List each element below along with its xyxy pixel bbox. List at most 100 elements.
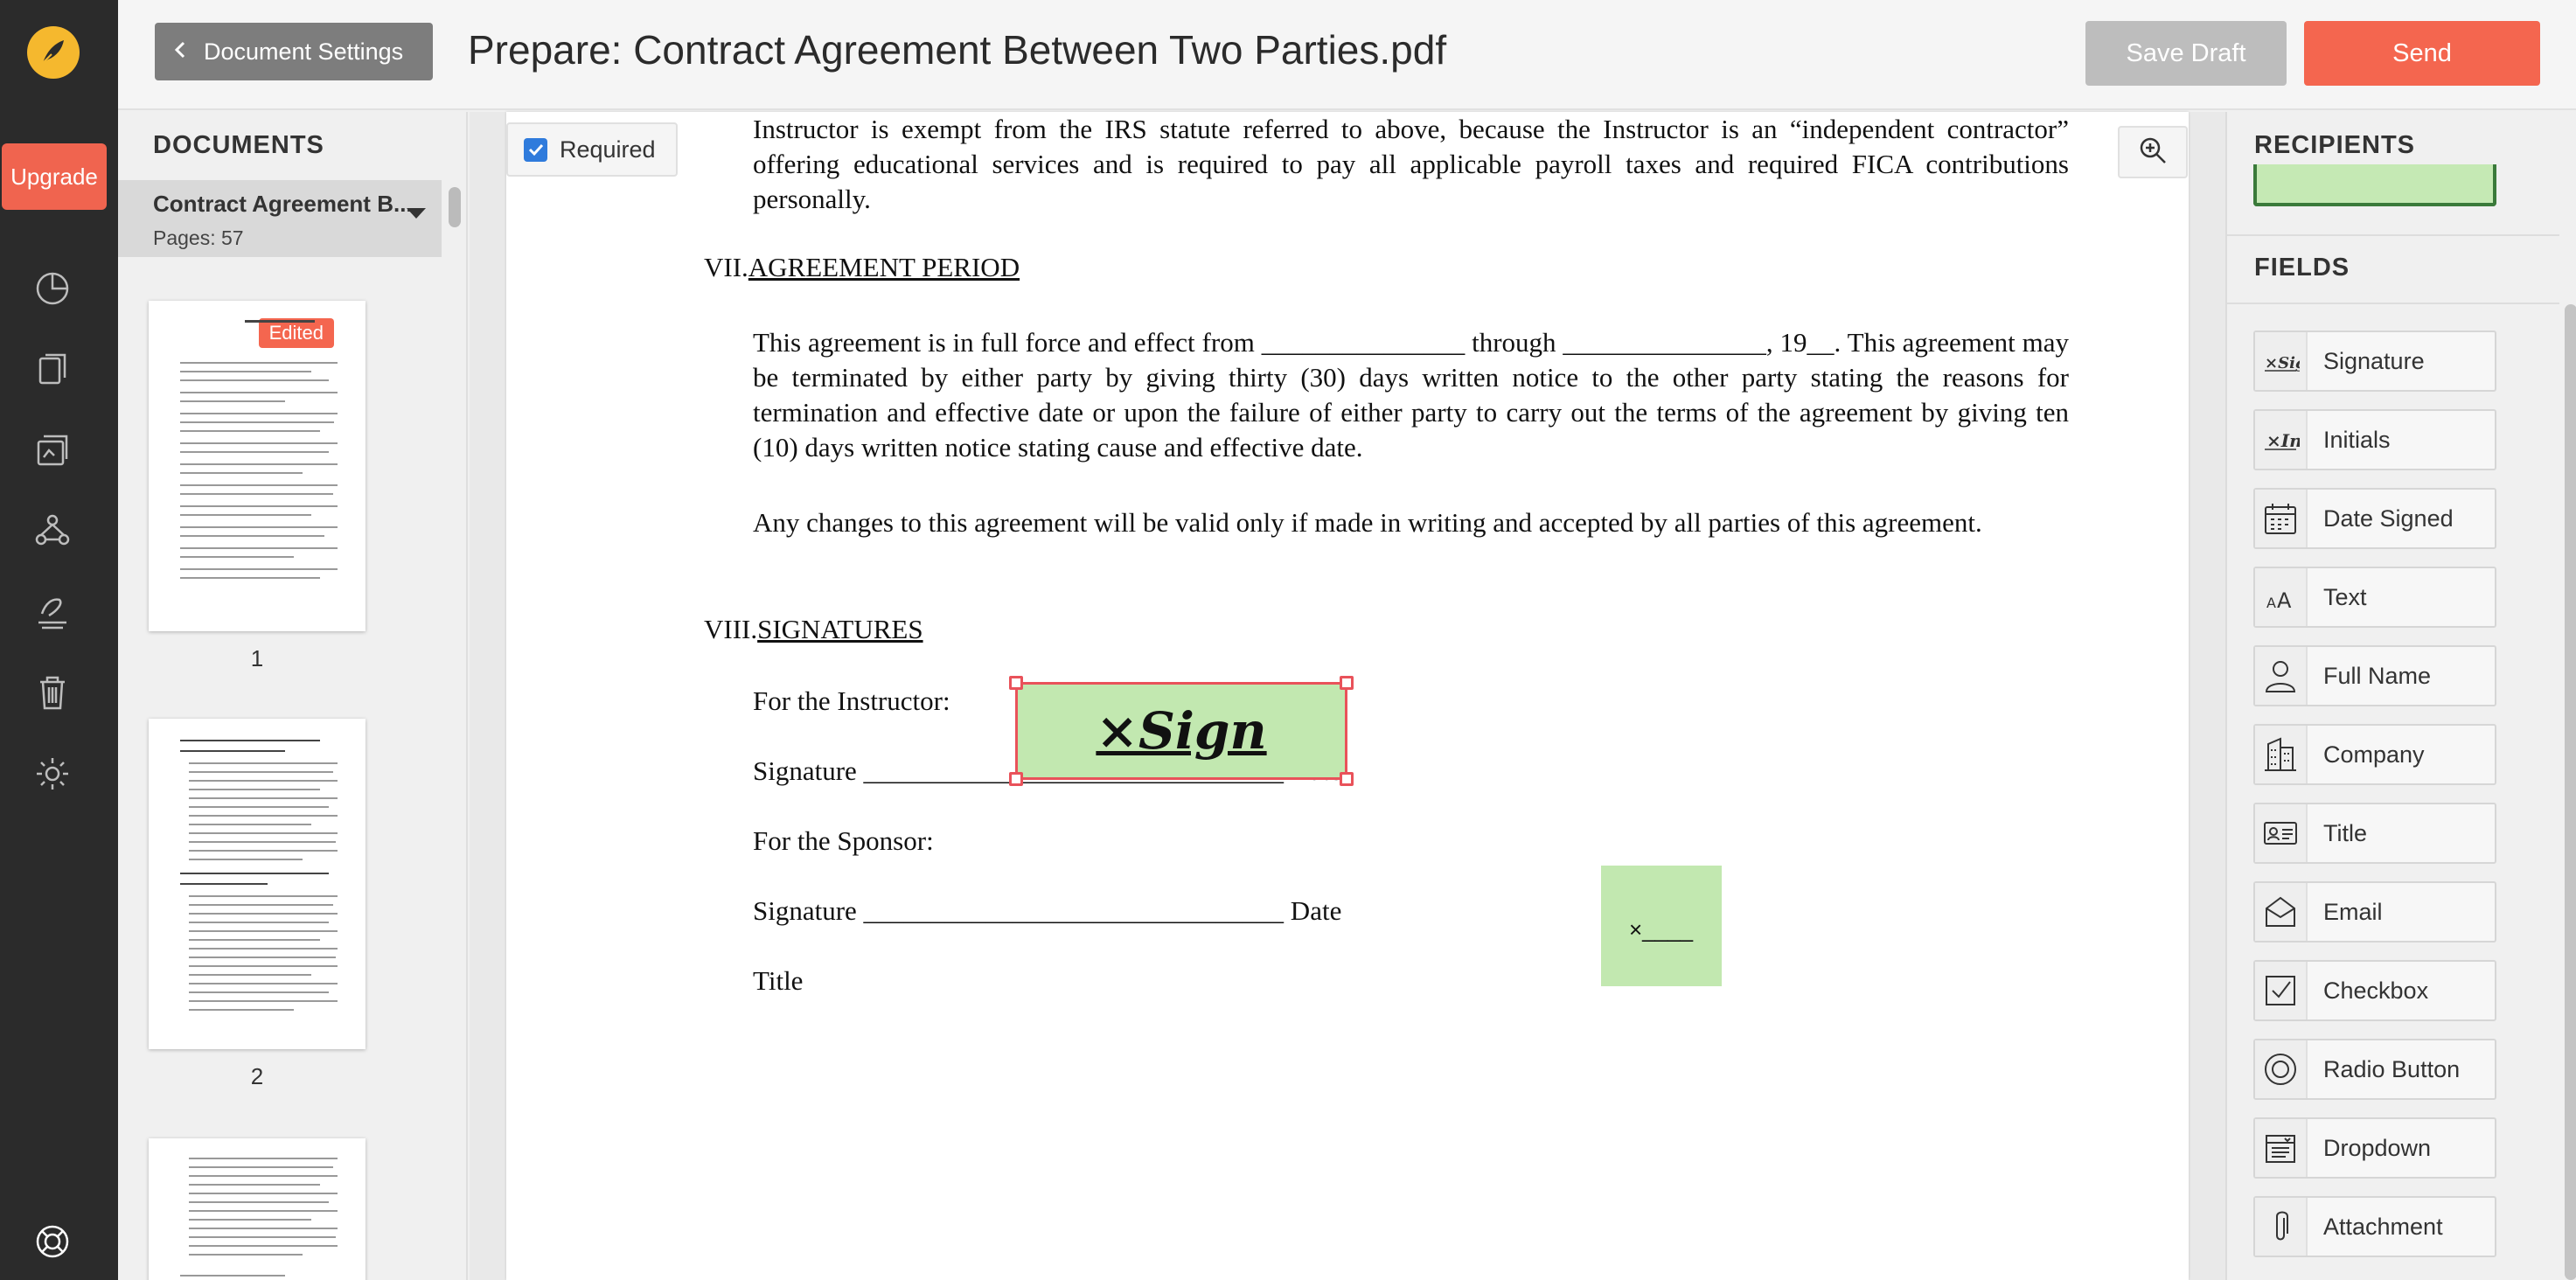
field-initials[interactable]: ×Int Initials — [2253, 409, 2496, 470]
for-instructor-label: For the Instructor: — [753, 685, 950, 716]
title-label: Title — [753, 965, 804, 996]
section-viii-title: SIGNATURES — [757, 614, 923, 644]
field-full-name[interactable]: Full Name — [2253, 645, 2496, 706]
field-attachment[interactable]: Attachment — [2253, 1196, 2496, 1257]
field-signature[interactable]: ×Sign Signature — [2253, 330, 2496, 392]
gear-icon[interactable] — [33, 755, 72, 793]
field-checkbox-label: Checkbox — [2323, 977, 2429, 1004]
section-viii-heading: VIII.SIGNATURES — [704, 614, 923, 645]
initials-icon: ×Int — [2255, 411, 2308, 469]
calendar-icon — [2255, 490, 2308, 547]
resize-handle-top-left[interactable] — [1009, 676, 1023, 690]
field-dropdown[interactable]: Dropdown — [2253, 1117, 2496, 1179]
dropdown-icon — [2255, 1119, 2308, 1177]
trash-icon[interactable] — [33, 673, 72, 712]
document-name: Contract Agreement B... — [153, 191, 413, 217]
text-icon: AA — [2255, 568, 2308, 626]
radio-icon — [2255, 1040, 2308, 1098]
fields-panel: RECIPIENTS FIELDS ×Sign Signature ×Int I… — [2225, 112, 2576, 1280]
svg-text:×Int: ×Int — [2266, 430, 2300, 451]
sponsor-signature-line: Signature ______________________________… — [753, 895, 1342, 926]
templates-icon[interactable] — [33, 431, 72, 470]
field-radio-button[interactable]: Radio Button — [2253, 1039, 2496, 1100]
zoom-in-button[interactable] — [2118, 126, 2188, 178]
field-text[interactable]: AA Text — [2253, 567, 2496, 628]
recipient-chip[interactable] — [2253, 164, 2496, 206]
svg-text:A: A — [2277, 588, 2292, 613]
caret-down-icon[interactable] — [407, 208, 426, 219]
help-lifebuoy-icon[interactable] — [33, 1222, 72, 1261]
thumbnails-scrollbar[interactable] — [449, 187, 461, 227]
field-company[interactable]: Company — [2253, 724, 2496, 785]
app-logo-icon[interactable] — [27, 26, 80, 79]
chevron-left-icon — [174, 38, 186, 66]
field-signature-label: Signature — [2323, 347, 2425, 374]
zoom-in-icon — [2137, 135, 2169, 170]
fields-scrollbar[interactable] — [2565, 304, 2576, 1280]
signature-stamp-icon[interactable] — [33, 593, 72, 631]
page-thumbnail-label-2: 2 — [250, 1063, 264, 1089]
document-page: Instructor is exempt from the IRS statut… — [506, 112, 2189, 1280]
person-icon — [2255, 647, 2308, 705]
field-initials-label: Initials — [2323, 426, 2391, 453]
page-title: Prepare: Contract Agreement Between Two … — [468, 27, 1447, 73]
left-rail: Upgrade — [0, 0, 118, 1280]
required-toggle[interactable]: Required — [506, 122, 678, 177]
section-vii-number: VII. — [704, 252, 748, 282]
page-thumbnail-2[interactable] — [149, 719, 366, 1049]
field-email[interactable]: Email — [2253, 881, 2496, 943]
signature-icon: ×Sign — [2255, 332, 2308, 390]
field-checkbox[interactable]: Checkbox — [2253, 960, 2496, 1021]
section-viii-number: VIII. — [704, 614, 758, 644]
upgrade-button[interactable]: Upgrade — [2, 143, 107, 210]
resize-handle-bottom-right[interactable] — [1340, 772, 1354, 786]
svg-text:×Sign: ×Sign — [2265, 354, 2300, 372]
documents-icon[interactable] — [33, 350, 72, 388]
for-sponsor-label: For the Sponsor: — [753, 825, 934, 856]
team-icon[interactable] — [33, 511, 72, 550]
top-header: Document Settings Prepare: Contract Agre… — [118, 0, 2576, 110]
save-draft-button[interactable]: Save Draft — [2085, 21, 2287, 86]
resize-handle-top-right[interactable] — [1340, 676, 1354, 690]
resize-handle-bottom-left[interactable] — [1009, 772, 1023, 786]
page-thumbnail-1[interactable]: Edited — [149, 301, 366, 631]
documents-panel: DOCUMENTS Contract Agreement B... Pages:… — [118, 112, 468, 1280]
paragraph-irs: Instructor is exempt from the IRS statut… — [753, 114, 2069, 214]
checkbox-icon — [2255, 962, 2308, 1019]
document-canvas: Instructor is exempt from the IRS statut… — [470, 112, 2225, 1280]
id-card-icon — [2255, 804, 2308, 862]
svg-text:A: A — [2266, 595, 2276, 611]
field-date-signed-label: Date Signed — [2323, 504, 2454, 532]
panel-divider — [2227, 234, 2559, 236]
page-thumbnail-label-1: 1 — [250, 645, 264, 671]
envelope-icon — [2255, 883, 2308, 941]
required-label: Required — [560, 136, 656, 163]
document-settings-button[interactable]: Document Settings — [155, 23, 433, 80]
field-title[interactable]: Title — [2253, 803, 2496, 864]
field-title-label: Title — [2323, 819, 2368, 846]
field-radio-button-label: Radio Button — [2323, 1055, 2461, 1082]
page-thumbnail-3[interactable] — [149, 1138, 366, 1280]
field-text-label: Text — [2323, 583, 2367, 610]
checkbox-checked-icon[interactable] — [524, 137, 547, 162]
initials-field[interactable]: ×____ — [1601, 866, 1722, 986]
fields-heading: FIELDS — [2254, 254, 2350, 282]
send-button[interactable]: Send — [2304, 21, 2540, 86]
documents-heading: DOCUMENTS — [153, 131, 324, 159]
signature-field[interactable]: ×Sign — [1009, 676, 1354, 786]
field-company-label: Company — [2323, 741, 2425, 768]
paragraph-changes: Any changes to this agreement will be va… — [753, 507, 1982, 538]
section-vii-title: AGREEMENT PERIOD — [748, 252, 1020, 282]
signature-field-text: ×Sign — [1096, 701, 1267, 761]
building-icon — [2255, 726, 2308, 783]
field-full-name-label: Full Name — [2323, 662, 2432, 689]
document-page-count: Pages: 57 — [153, 226, 244, 249]
initials-field-text: ×____ — [1629, 916, 1694, 943]
current-document-item[interactable]: Contract Agreement B... Pages: 57 — [118, 180, 442, 257]
edited-badge: Edited — [258, 318, 334, 348]
field-date-signed[interactable]: Date Signed — [2253, 488, 2496, 549]
field-attachment-label: Attachment — [2323, 1213, 2443, 1240]
dashboard-icon[interactable] — [33, 269, 72, 308]
panel-divider — [2227, 303, 2559, 304]
section-vii-heading: VII.AGREEMENT PERIOD — [704, 252, 1020, 283]
